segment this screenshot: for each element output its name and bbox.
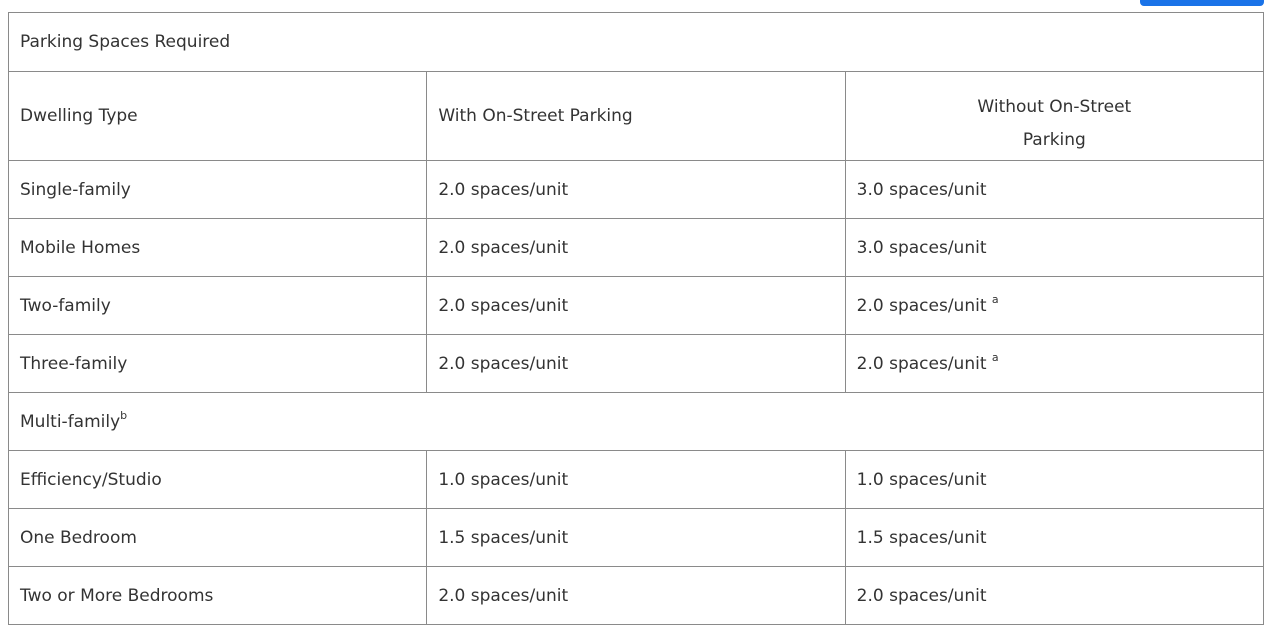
header-without-line1: Without On-Street xyxy=(977,97,1132,117)
cell-without-on-street: 2.0 spaces/unit xyxy=(844,566,1265,625)
cell-without-on-street: 1.5 spaces/unit xyxy=(844,508,1265,567)
table-caption: Parking Spaces Required xyxy=(8,12,1264,72)
table-row: Three-family 2.0 spaces/unit 2.0 spaces/… xyxy=(7,334,1265,393)
cell-without-on-street: 2.0 spaces/unit a xyxy=(844,334,1265,393)
header-without-line2: Parking xyxy=(1022,130,1086,150)
table-row: Mobile Homes 2.0 spaces/unit 3.0 spaces/… xyxy=(7,218,1265,277)
cell-with-on-street: 2.0 spaces/unit xyxy=(426,334,846,393)
table-row: Single-family 2.0 spaces/unit 3.0 spaces… xyxy=(7,160,1265,219)
table-row: Two-family 2.0 spaces/unit 2.0 spaces/un… xyxy=(7,276,1265,335)
cell-with-on-street: 2.0 spaces/unit xyxy=(426,566,846,625)
table-row: One Bedroom 1.5 spaces/unit 1.5 spaces/u… xyxy=(7,508,1265,567)
parking-requirements-table: Parking Spaces Required Dwelling Type Wi… xyxy=(7,12,1265,625)
footnote-marker: a xyxy=(991,292,999,306)
cell-dwelling-type: Mobile Homes xyxy=(7,218,428,277)
footnote-marker: a xyxy=(991,350,999,364)
cell-dwelling-type: Three-family xyxy=(7,334,428,393)
table-header-row: Dwelling Type With On-Street Parking Wit… xyxy=(7,71,1265,161)
cell-dwelling-type: Two or More Bedrooms xyxy=(7,566,428,625)
cell-dwelling-type: Two-family xyxy=(7,276,428,335)
cell-dwelling-type: Single-family xyxy=(7,160,428,219)
cell-dwelling-type: Efficiency/Studio xyxy=(7,450,428,509)
table-row: Efficiency/Studio 1.0 spaces/unit 1.0 sp… xyxy=(7,450,1265,509)
multi-family-label: Multi-familyb xyxy=(8,392,1264,451)
cell-with-on-street: 2.0 spaces/unit xyxy=(426,160,846,219)
cell-without-on-street: 1.0 spaces/unit xyxy=(844,450,1265,509)
cell-dwelling-type: One Bedroom xyxy=(7,508,428,567)
cell-without-on-street: 3.0 spaces/unit xyxy=(844,218,1265,277)
cell-with-on-street: 1.5 spaces/unit xyxy=(426,508,846,567)
cell-with-on-street: 1.0 spaces/unit xyxy=(426,450,846,509)
table-row: Two or More Bedrooms 2.0 spaces/unit 2.0… xyxy=(7,566,1265,625)
top-blue-button[interactable] xyxy=(1140,0,1264,6)
cell-with-on-street: 2.0 spaces/unit xyxy=(426,276,846,335)
header-with-on-street: With On-Street Parking xyxy=(426,71,846,161)
cell-without-on-street: 3.0 spaces/unit xyxy=(844,160,1265,219)
header-dwelling-type: Dwelling Type xyxy=(7,71,428,161)
table-caption-row: Parking Spaces Required xyxy=(8,12,1264,72)
multi-family-group-row: Multi-familyb xyxy=(8,392,1264,451)
header-without-on-street: Without On-Street Parking xyxy=(844,71,1265,161)
cell-without-on-street: 2.0 spaces/unit a xyxy=(844,276,1265,335)
footnote-marker: b xyxy=(120,408,128,422)
cell-with-on-street: 2.0 spaces/unit xyxy=(426,218,846,277)
